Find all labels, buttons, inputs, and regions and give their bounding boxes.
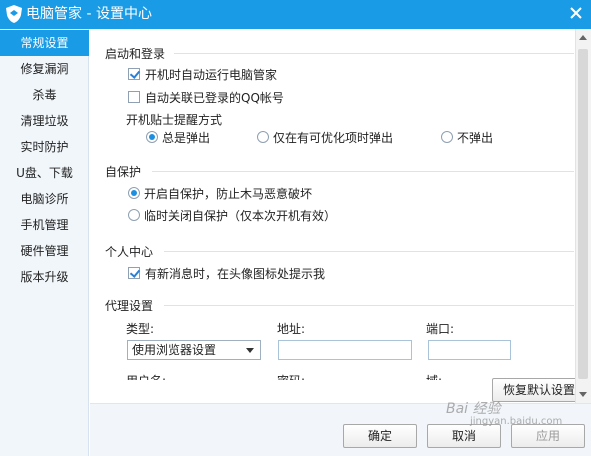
scrollbar-thumb[interactable] xyxy=(578,49,588,379)
tips-never-radio[interactable] xyxy=(441,131,453,143)
chevron-down-icon xyxy=(246,348,254,353)
sidebar-item-realtime[interactable]: 实时防护 xyxy=(0,134,89,160)
sidebar-item-patch[interactable]: 修复漏洞 xyxy=(0,56,89,82)
proxy-type-label: 类型: xyxy=(126,322,155,336)
tips-mode-label: 开机贴士提醒方式 xyxy=(126,113,223,127)
section-title-personal: 个人中心 xyxy=(105,245,154,259)
settings-content: 启动和登录 开机时自动运行电脑管家 自动关联已登录的QQ帐号 开机贴士提醒方式 … xyxy=(90,29,591,403)
tips-optimizable-radio[interactable] xyxy=(257,131,269,143)
tips-never-label[interactable]: 不弹出 xyxy=(457,129,493,146)
sidebar-item-general[interactable]: 常规设置 xyxy=(0,30,89,56)
proxy-address-input[interactable] xyxy=(278,340,412,360)
section-divider xyxy=(164,305,574,306)
auto-start-checkbox[interactable] xyxy=(128,68,140,80)
watermark-url: jingyan.baidu.com xyxy=(470,416,563,427)
proxy-username-label: 用户名: xyxy=(126,372,166,380)
notify-label[interactable]: 有新消息时，在头像图标处提示我 xyxy=(145,265,325,282)
watermark: Bai 经验 xyxy=(446,401,501,417)
proxy-address-label: 地址: xyxy=(277,322,306,336)
tips-always-radio[interactable] xyxy=(146,131,158,143)
auto-start-label[interactable]: 开机时自动运行电脑管家 xyxy=(145,66,277,83)
auto-qq-label[interactable]: 自动关联已登录的QQ帐号 xyxy=(145,89,284,106)
self-protect-off-label[interactable]: 临时关闭自保护（仅本次开机有效） xyxy=(144,207,336,224)
self-protect-on-label[interactable]: 开启自保护，防止木马恶意破坏 xyxy=(144,185,312,202)
self-protect-on-radio[interactable] xyxy=(128,187,140,199)
sidebar-item-cleanup[interactable]: 清理垃圾 xyxy=(0,108,89,134)
window-title: 电脑管家 - 设置中心 xyxy=(26,6,152,22)
sidebar-item-antivirus[interactable]: 杀毒 xyxy=(0,82,89,108)
tips-optimizable-label[interactable]: 仅在有可优化项时弹出 xyxy=(273,129,393,146)
restore-defaults-button[interactable]: 恢复默认设置 xyxy=(492,378,586,402)
sidebar-item-clinic[interactable]: 电脑诊所 xyxy=(0,186,89,212)
cancel-button[interactable]: 取消 xyxy=(427,424,501,448)
sidebar-item-usb-download[interactable]: U盘、下载 xyxy=(0,160,89,186)
tips-always-label[interactable]: 总是弹出 xyxy=(162,129,210,146)
section-title-proxy: 代理设置 xyxy=(105,299,154,313)
ok-button[interactable]: 确定 xyxy=(343,424,417,448)
proxy-type-select[interactable]: 使用浏览器设置 xyxy=(127,340,261,360)
scroll-down-icon[interactable] xyxy=(579,392,587,397)
notify-checkbox[interactable] xyxy=(128,267,140,279)
proxy-type-value: 使用浏览器设置 xyxy=(132,343,217,357)
sidebar-item-phone[interactable]: 手机管理 xyxy=(0,212,89,238)
content-scrollbar[interactable] xyxy=(575,29,591,403)
section-divider xyxy=(174,53,574,54)
self-protect-off-radio[interactable] xyxy=(128,209,140,221)
section-title-startup: 启动和登录 xyxy=(105,47,166,61)
proxy-password-label: 密码: xyxy=(277,372,305,380)
sidebar-item-upgrade[interactable]: 版本升级 xyxy=(0,264,89,290)
auto-qq-checkbox[interactable] xyxy=(128,91,140,103)
dialog-footer: 确定 取消 应用 xyxy=(90,403,591,456)
close-icon[interactable] xyxy=(569,6,583,20)
shield-logo-icon xyxy=(6,5,22,23)
proxy-port-input[interactable] xyxy=(428,340,511,360)
apply-button[interactable]: 应用 xyxy=(511,424,585,448)
sidebar-item-hardware[interactable]: 硬件管理 xyxy=(0,238,89,264)
section-divider xyxy=(152,171,574,172)
section-title-self-protect: 自保护 xyxy=(105,165,142,179)
proxy-domain-label: 域: xyxy=(426,372,442,380)
proxy-port-label: 端口: xyxy=(426,322,455,336)
scroll-up-icon[interactable] xyxy=(579,35,587,40)
sidebar: 常规设置 修复漏洞 杀毒 清理垃圾 实时防护 U盘、下载 电脑诊所 手机管理 硬… xyxy=(0,29,89,456)
title-bar: 电脑管家 - 设置中心 xyxy=(0,0,591,29)
section-divider xyxy=(164,251,574,252)
